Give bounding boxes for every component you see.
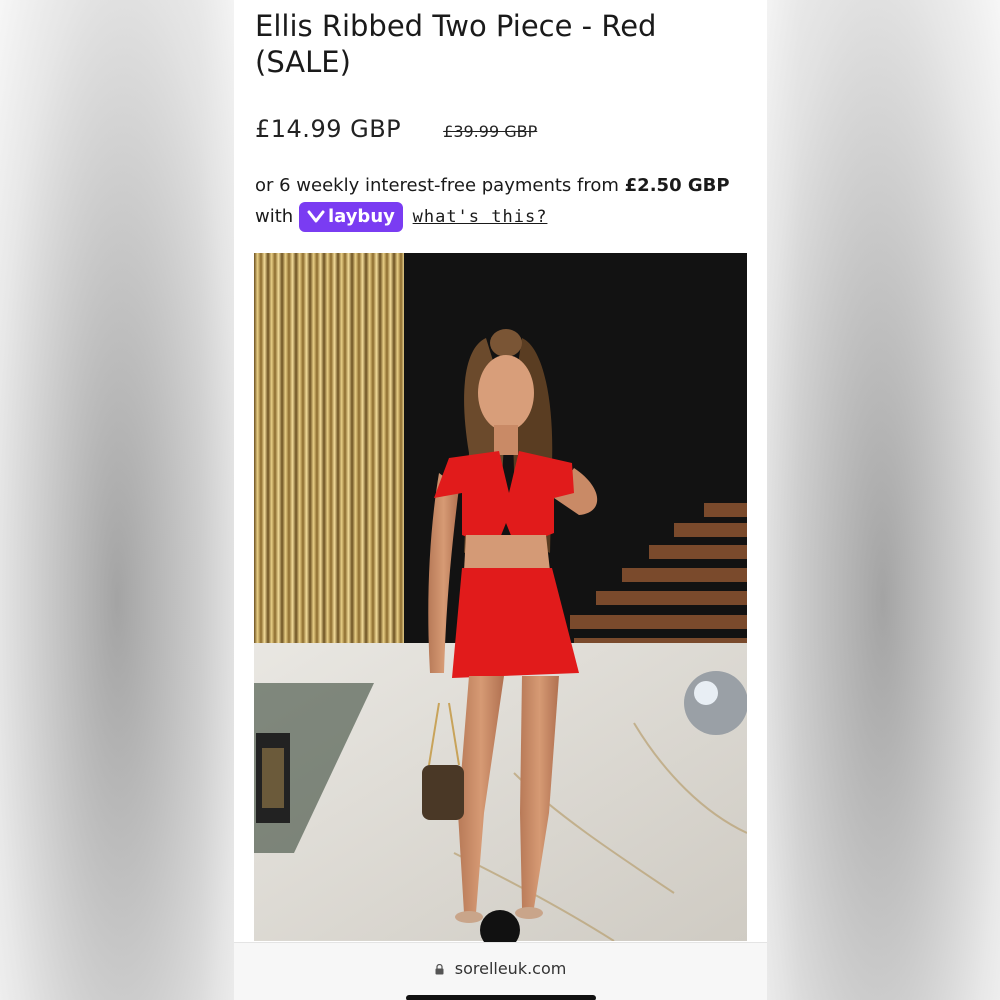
original-price: £39.99 GBP bbox=[443, 122, 538, 141]
url-text: sorelleuk.com bbox=[454, 959, 567, 978]
product-photo-illustration bbox=[254, 253, 747, 941]
laybuy-badge[interactable]: laybuy bbox=[298, 202, 403, 232]
laybuy-label: laybuy bbox=[327, 206, 395, 227]
home-indicator[interactable] bbox=[406, 995, 596, 1000]
browser-bottom-bar: sorelleuk.com bbox=[234, 942, 767, 1000]
right-blurred-background bbox=[766, 0, 1000, 1000]
product-image[interactable] bbox=[254, 253, 747, 941]
laybuy-heart-icon bbox=[307, 210, 325, 223]
sale-price: £14.99 GBP bbox=[255, 115, 402, 143]
with-label: with bbox=[255, 206, 294, 227]
phone-screen: Ellis Ribbed Two Piece - Red (SALE) £14.… bbox=[234, 0, 767, 1000]
installments-info: or 6 weekly interest-free payments from … bbox=[255, 170, 755, 233]
lock-icon bbox=[435, 964, 444, 975]
price-row: £14.99 GBP £39.99 GBP bbox=[255, 115, 537, 143]
address-bar[interactable]: sorelleuk.com bbox=[234, 959, 767, 978]
product-title: Ellis Ribbed Two Piece - Red (SALE) bbox=[255, 9, 657, 79]
installment-amount: £2.50 GBP bbox=[624, 175, 730, 196]
installments-prefix: or 6 weekly interest-free payments from bbox=[255, 175, 619, 196]
whats-this-link[interactable]: what's this? bbox=[413, 207, 548, 227]
left-blurred-background bbox=[0, 0, 234, 1000]
